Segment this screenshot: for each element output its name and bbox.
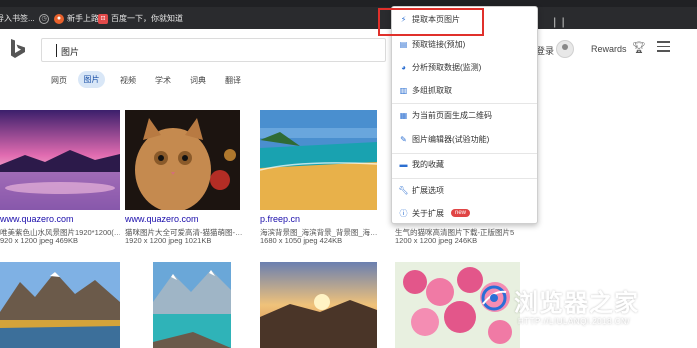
image-mountain-lake[interactable] <box>0 262 120 348</box>
menu-item-label: 我的收藏 <box>412 159 444 169</box>
beach-image <box>260 110 377 210</box>
result-source[interactable]: www.quazero.com <box>125 214 199 224</box>
menu-divider <box>392 178 537 179</box>
result-meta: 1680 x 1050 jpeg 424KB <box>260 236 343 245</box>
image-beach[interactable] <box>260 110 377 210</box>
tab-images[interactable]: 图片 <box>78 71 105 88</box>
tab-dictionary[interactable]: 词典 <box>190 75 206 86</box>
tab-academic[interactable]: 学术 <box>155 75 171 86</box>
purple-lake-image <box>0 110 120 210</box>
result-meta: 1920 x 1200 jpeg 1021KB <box>125 236 212 245</box>
grab-icon: ▥ <box>399 85 408 95</box>
image-purple-lake[interactable] <box>0 110 120 210</box>
text-cursor <box>56 44 57 57</box>
login-link[interactable]: 登录 <box>536 44 554 57</box>
new-badge: new <box>451 209 471 217</box>
menu-item-prefetch[interactable]: ▤ 预取链接(预加) <box>399 37 466 51</box>
menu-item-label: 分析预取数据(监测) <box>412 62 482 72</box>
bookmark-label: 百度一下，你就知道 <box>111 14 183 23</box>
bookmark-separator: ◷ <box>39 12 49 25</box>
highlight-annotation <box>378 8 484 36</box>
menu-item-label: 多组抓取取 <box>412 85 452 95</box>
sunset-valley-image <box>260 262 377 348</box>
tab-videos[interactable]: 视频 <box>120 75 136 86</box>
menu-item-about[interactable]: ⓘ 关于扩展 new <box>399 206 471 220</box>
mountain-lake-image <box>0 262 120 348</box>
prefetch-icon: ▤ <box>399 39 408 49</box>
bookmark-getting-started[interactable]: ● 新手上路 <box>54 12 99 25</box>
bookmark-label: 导入书签... <box>0 14 35 23</box>
avatar[interactable] <box>556 40 574 58</box>
image-sunset-valley[interactable] <box>260 262 377 348</box>
watermark-title: 浏览器之家 <box>514 290 639 317</box>
folder-icon: ▬ <box>399 159 408 169</box>
search-input[interactable]: 图片 <box>41 38 386 62</box>
search-query: 图片 <box>61 47 80 57</box>
qrcode-icon: ▦ <box>399 110 408 120</box>
tab-images-label: 图片 <box>83 75 100 84</box>
tab-web[interactable]: 网页 <box>51 75 67 86</box>
menu-item-image-editor[interactable]: ✎ 图片编辑器(试验功能) <box>399 132 489 146</box>
kitten-image <box>125 110 240 210</box>
browser-tab-strip <box>0 0 697 7</box>
analyze-icon: ◕ <box>401 62 406 72</box>
rewards-link[interactable]: Rewards <box>591 44 627 54</box>
menu-item-label: 关于扩展 <box>412 208 444 218</box>
bookmark-baidu[interactable]: ⊡ 百度一下，你就知道 <box>98 12 183 25</box>
result-source[interactable]: www.quazero.com <box>0 214 74 224</box>
menu-item-favorites[interactable]: ▬ 我的收藏 <box>399 157 445 171</box>
menu-item-analyze[interactable]: ◕ 分析预取数据(监测) <box>399 60 481 74</box>
result-source[interactable]: p.freep.cn <box>260 214 300 224</box>
menu-item-options[interactable]: 🔧︎ 扩展选项 <box>398 183 444 197</box>
image-kitten[interactable] <box>125 110 240 210</box>
watermark-url: HTTP://LIULANQI.2018.CN/ <box>518 317 631 326</box>
menu-item-label: 预取链接(预加) <box>412 39 466 49</box>
image-glacier-lake[interactable] <box>153 262 231 348</box>
menu-divider <box>392 103 537 104</box>
menu-item-label: 扩展选项 <box>412 185 444 195</box>
bookmark-label: 新手上路 <box>67 14 99 23</box>
wrench-icon: 🔧︎ <box>398 185 409 195</box>
menu-item-multi-grab[interactable]: ▥ 多组抓取取 <box>399 83 452 97</box>
info-icon: ⓘ <box>399 208 408 218</box>
bing-logo-icon[interactable] <box>9 38 27 60</box>
firefox-icon: ● <box>54 13 64 24</box>
trophy-icon[interactable]: 🏆︎ <box>632 41 646 54</box>
clock-icon: ◷ <box>39 13 49 24</box>
watermark-logo-icon <box>481 285 507 311</box>
bookmark-import[interactable]: 导入书签... <box>0 12 35 25</box>
baidu-icon: ⊡ <box>98 13 108 24</box>
extension-dropdown-menu: ⚡︎ 提取本页图片 ▤ 预取链接(预加) ◕ 分析预取数据(监测) ▥ 多组抓取… <box>391 6 538 224</box>
menu-divider <box>392 153 537 154</box>
tab-translate[interactable]: 翻译 <box>225 75 241 86</box>
result-meta: 920 x 1200 jpeg 469KB <box>0 236 78 245</box>
menu-item-label: 为当前页面生成二维码 <box>412 110 492 120</box>
edit-icon: ✎ <box>400 134 407 144</box>
bookmarks-bar: 导入书签... ◷ ● 新手上路 ⊡ 百度一下，你就知道 │ ▣ ❘❘ <box>0 7 697 29</box>
menu-icon[interactable] <box>657 41 670 52</box>
menu-item-label: 图片编辑器(试验功能) <box>412 134 490 144</box>
library-icon[interactable]: ❘❘ <box>551 15 568 29</box>
result-meta: 1200 x 1200 jpeg 246KB <box>395 236 478 245</box>
glacier-lake-image <box>153 262 231 348</box>
menu-item-qrcode[interactable]: ▦ 为当前页面生成二维码 <box>399 108 492 122</box>
